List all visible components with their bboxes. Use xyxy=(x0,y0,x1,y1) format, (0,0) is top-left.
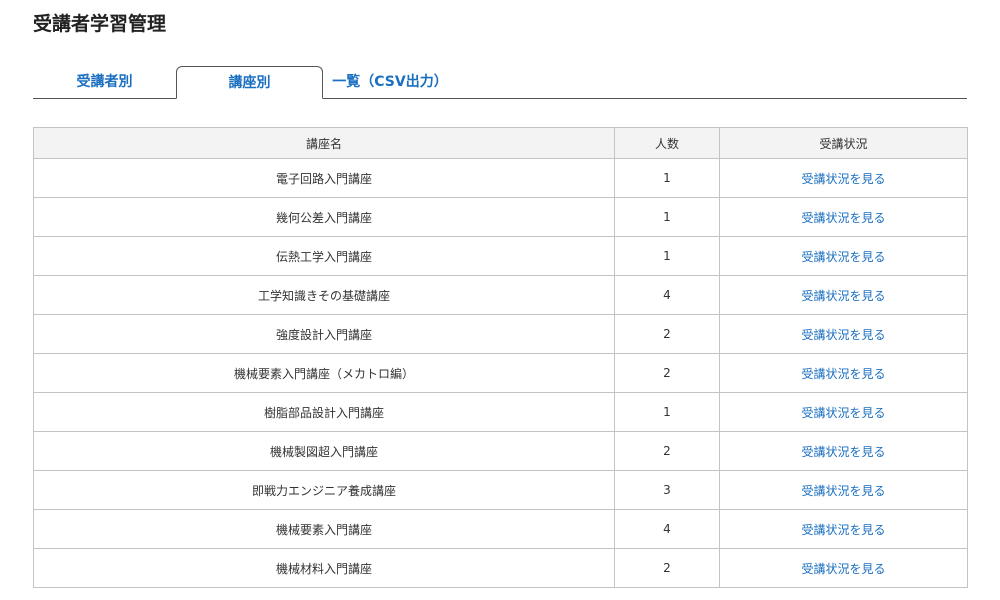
status-cell: 受講状況を見る xyxy=(719,548,968,588)
tab-by-student[interactable]: 受講者別 xyxy=(33,66,176,99)
course-name-cell: 機械製図超入門講座 xyxy=(33,431,615,471)
table-row: 工学知識きその基礎講座 4 受講状況を見る xyxy=(33,275,968,315)
status-cell: 受講状況を見る xyxy=(719,509,968,549)
student-count-cell: 3 xyxy=(614,470,720,510)
student-count-cell: 2 xyxy=(614,548,720,588)
course-name-cell: 機械材料入門講座 xyxy=(33,548,615,588)
table-row: 強度設計入門講座 2 受講状況を見る xyxy=(33,314,968,354)
view-status-link[interactable]: 受講状況を見る xyxy=(801,250,885,264)
table-row: 伝熱工学入門講座 1 受講状況を見る xyxy=(33,236,968,276)
student-count-cell: 2 xyxy=(614,431,720,471)
course-name-cell: 伝熱工学入門講座 xyxy=(33,236,615,276)
status-cell: 受講状況を見る xyxy=(719,314,968,354)
student-count-cell: 2 xyxy=(614,353,720,393)
status-cell: 受講状況を見る xyxy=(719,197,968,237)
status-cell: 受講状況を見る xyxy=(719,392,968,432)
table-row: 機械要素入門講座（メカトロ編） 2 受講状況を見る xyxy=(33,353,968,393)
page: 受講者学習管理 受講者別 講座別 一覧（CSV出力） 講座名 人数 受講状況 電… xyxy=(0,0,1000,600)
table-row: 樹脂部品設計入門講座 1 受講状況を見る xyxy=(33,392,968,432)
status-cell: 受講状況を見る xyxy=(719,431,968,471)
status-cell: 受講状況を見る xyxy=(719,275,968,315)
status-cell: 受講状況を見る xyxy=(719,236,968,276)
view-status-link[interactable]: 受講状況を見る xyxy=(801,367,885,381)
column-header-count: 人数 xyxy=(614,127,720,159)
view-status-link[interactable]: 受講状況を見る xyxy=(801,523,885,537)
course-name-cell: 電子回路入門講座 xyxy=(33,158,615,198)
course-name-cell: 即戦力エンジニア養成講座 xyxy=(33,470,615,510)
student-count-cell: 2 xyxy=(614,314,720,354)
column-header-course-name: 講座名 xyxy=(33,127,615,159)
table-row: 電子回路入門講座 1 受講状況を見る xyxy=(33,158,968,198)
view-status-link[interactable]: 受講状況を見る xyxy=(801,211,885,225)
status-cell: 受講状況を見る xyxy=(719,353,968,393)
tab-list-csv-export[interactable]: 一覧（CSV出力） xyxy=(323,66,457,99)
page-title: 受講者学習管理 xyxy=(33,13,167,35)
column-header-status: 受講状況 xyxy=(719,127,968,159)
view-status-link[interactable]: 受講状況を見る xyxy=(801,445,885,459)
student-count-cell: 1 xyxy=(614,158,720,198)
student-count-cell: 4 xyxy=(614,509,720,549)
view-status-link[interactable]: 受講状況を見る xyxy=(801,406,885,420)
tab-by-course[interactable]: 講座別 xyxy=(176,66,323,99)
student-count-cell: 1 xyxy=(614,236,720,276)
course-table: 講座名 人数 受講状況 電子回路入門講座 1 受講状況を見る 幾何公差入門講座 … xyxy=(33,127,968,588)
status-cell: 受講状況を見る xyxy=(719,158,968,198)
table-row: 即戦力エンジニア養成講座 3 受講状況を見る xyxy=(33,470,968,510)
table-row: 幾何公差入門講座 1 受講状況を見る xyxy=(33,197,968,237)
table-header-row: 講座名 人数 受講状況 xyxy=(33,127,968,159)
student-count-cell: 1 xyxy=(614,392,720,432)
course-name-cell: 幾何公差入門講座 xyxy=(33,197,615,237)
view-status-link[interactable]: 受講状況を見る xyxy=(801,289,885,303)
course-name-cell: 工学知識きその基礎講座 xyxy=(33,275,615,315)
table-row: 機械製図超入門講座 2 受講状況を見る xyxy=(33,431,968,471)
status-cell: 受講状況を見る xyxy=(719,470,968,510)
course-name-cell: 機械要素入門講座（メカトロ編） xyxy=(33,353,615,393)
table-row: 機械材料入門講座 2 受講状況を見る xyxy=(33,548,968,588)
course-name-cell: 樹脂部品設計入門講座 xyxy=(33,392,615,432)
view-status-link[interactable]: 受講状況を見る xyxy=(801,484,885,498)
tab-bar: 受講者別 講座別 一覧（CSV出力） xyxy=(33,66,967,99)
view-status-link[interactable]: 受講状況を見る xyxy=(801,172,885,186)
course-name-cell: 機械要素入門講座 xyxy=(33,509,615,549)
student-count-cell: 1 xyxy=(614,197,720,237)
table-row: 機械要素入門講座 4 受講状況を見る xyxy=(33,509,968,549)
view-status-link[interactable]: 受講状況を見る xyxy=(801,562,885,576)
view-status-link[interactable]: 受講状況を見る xyxy=(801,328,885,342)
course-name-cell: 強度設計入門講座 xyxy=(33,314,615,354)
student-count-cell: 4 xyxy=(614,275,720,315)
